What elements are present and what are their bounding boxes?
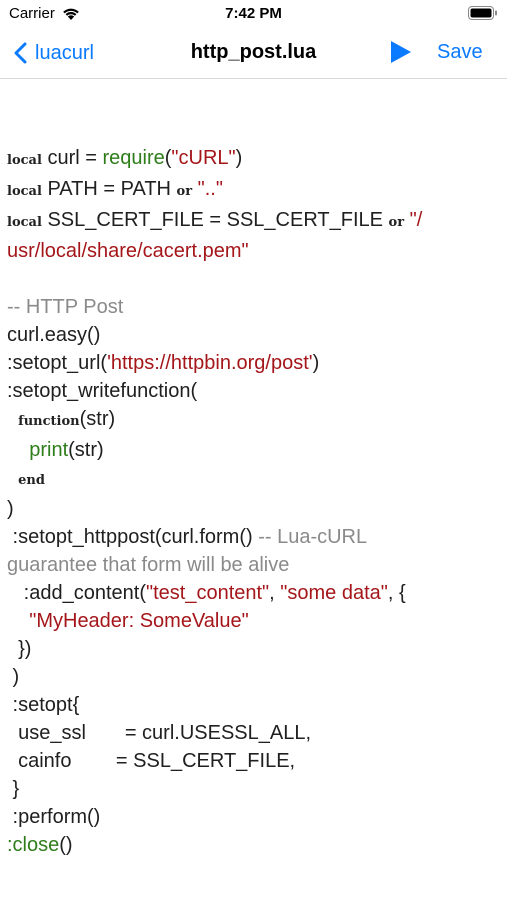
code-line: cainfo = SSL_CERT_FILE,: [7, 750, 296, 772]
code-line: :close(): [7, 834, 73, 856]
code-line: local curl = require("cURL"): [7, 147, 243, 169]
code-line: }: [7, 778, 20, 800]
clock: 7:42 PM: [225, 5, 282, 22]
code-line: ): [7, 666, 20, 688]
code-line: function(str): [18, 408, 116, 430]
code-line: :setopt{: [7, 694, 80, 716]
navigation-bar: luacurl http_post.lua Save: [0, 28, 507, 79]
code-text[interactable]: local curl = require("cURL") local PATH …: [7, 144, 500, 859]
battery-icon: [468, 6, 497, 20]
code-line: :perform(): [7, 806, 101, 828]
code-line: :setopt_httppost(curl.form() -- Lua-cURL: [7, 526, 368, 548]
status-bar: Carrier 7:42 PM: [0, 0, 507, 28]
play-icon[interactable]: [388, 40, 412, 64]
code-line: print(str): [29, 439, 104, 461]
page-title: http_post.lua: [190, 41, 317, 63]
code-line: "MyHeader: SomeValue": [29, 610, 249, 632]
code-line: :setopt_writefunction(: [7, 380, 198, 402]
code-line: curl.easy(): [7, 324, 101, 346]
code-line: :add_content("test_content", "some data"…: [7, 582, 406, 604]
code-line: -- HTTP Post: [7, 296, 124, 318]
code-line: }): [7, 638, 32, 660]
code-line: end: [18, 473, 45, 488]
code-line: :setopt_url('https://httpbin.org/post'): [7, 352, 320, 374]
code-line: local PATH = PATH or "..": [7, 178, 223, 200]
save-button[interactable]: Save: [437, 41, 483, 64]
code-editor[interactable]: local curl = require("cURL") local PATH …: [0, 79, 507, 900]
code-line: use_ssl = curl.USESSL_ALL,: [7, 722, 312, 744]
code-line: ): [7, 498, 14, 520]
code-line: usr/local/share/cacert.pem": [7, 240, 249, 262]
code-line: guarantee that form will be alive: [7, 554, 290, 576]
code-line: local SSL_CERT_FILE = SSL_CERT_FILE or "…: [7, 209, 423, 231]
